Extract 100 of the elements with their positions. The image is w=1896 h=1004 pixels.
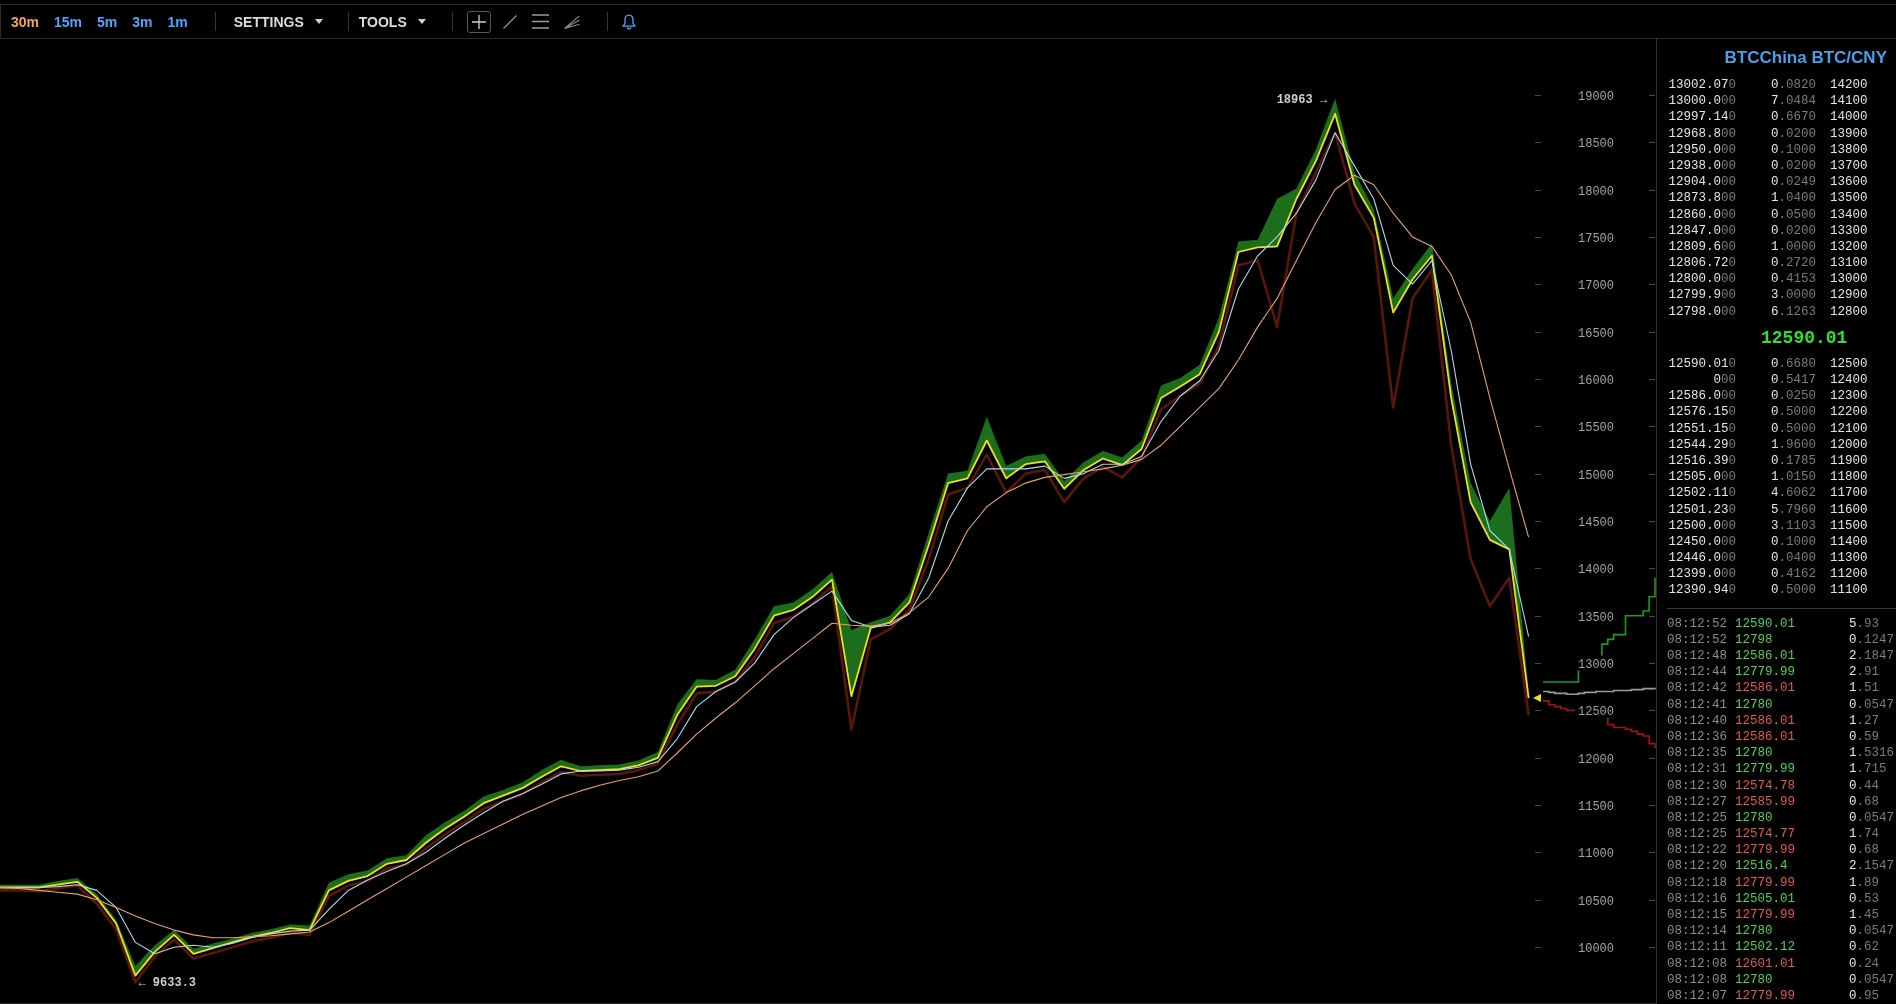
order-amount: 0.0200 [1770, 158, 1816, 173]
trade-time: 08:12:20 [1667, 859, 1727, 874]
axis-tick [1534, 190, 1542, 191]
axis-tick [1648, 474, 1656, 475]
axis-tick [1534, 474, 1542, 475]
axis-label: 14500 [1578, 515, 1614, 530]
order-price: 12798.000 [1668, 304, 1736, 319]
trade-time: 08:12:11 [1667, 940, 1727, 955]
axis-tick [1648, 379, 1656, 380]
axis-label: 11000 [1578, 846, 1614, 861]
trade-time: 08:12:36 [1667, 729, 1727, 744]
menu-button[interactable]: SETTINGS [231, 11, 325, 32]
axis-label: 16000 [1578, 373, 1614, 388]
caret-icon [314, 19, 323, 24]
axis-tick [1648, 142, 1656, 143]
axis-tick [1534, 95, 1542, 96]
trade-size: 1.45 [1849, 908, 1880, 922]
trade-time: 08:12:35 [1667, 746, 1727, 761]
ladder-price: 12800 [1830, 304, 1868, 319]
axis-label: 17500 [1578, 231, 1614, 246]
order-price: 12516.390 [1668, 453, 1736, 468]
axis-tick [1534, 521, 1542, 522]
trade-size: 0.1247 [1849, 632, 1895, 647]
interval-tab[interactable]: 3m [130, 11, 155, 32]
order-price: 12446.000 [1668, 551, 1736, 566]
ladder-price: 13400 [1830, 207, 1868, 222]
trade-time: 08:12:07 [1667, 988, 1727, 1003]
trade-price: 12798 [1735, 632, 1773, 647]
ladder-price: 11300 [1830, 551, 1868, 566]
order-price: 12860.000 [1668, 207, 1736, 222]
ladder-price: 12900 [1830, 288, 1868, 303]
order-amount: 0.1785 [1770, 453, 1816, 468]
axis-label: 15500 [1578, 420, 1614, 435]
order-price: 12450.000 [1668, 534, 1736, 549]
trade-size: 0.0547 [1849, 972, 1895, 987]
trade-price: 12780 [1735, 746, 1773, 761]
trade-size: 0.68 [1849, 794, 1880, 809]
trade-price: 12586.01 [1735, 649, 1795, 663]
order-amount: 0.6680 [1770, 356, 1816, 371]
price-marker-icon [1533, 694, 1541, 703]
trade-time: 08:12:27 [1667, 794, 1727, 809]
ladder-price: 13500 [1830, 191, 1868, 206]
interval-tab[interactable]: 30m [9, 11, 42, 32]
axis-label: 18000 [1578, 184, 1614, 199]
axis-tick [1648, 568, 1656, 569]
trade-price: 12779.99 [1735, 843, 1795, 858]
price-annotation: 18963 → [1276, 92, 1328, 107]
trade-size: 0.0547 [1849, 810, 1895, 825]
trade-price: 12780 [1735, 697, 1773, 712]
order-amount: 1.0400 [1770, 191, 1816, 206]
ladder-price: 14200 [1830, 78, 1868, 92]
axis-label: 11500 [1578, 799, 1614, 814]
axis-tick [1534, 379, 1542, 380]
ladder-price: 13700 [1830, 158, 1868, 173]
order-amount: 0.1000 [1770, 142, 1816, 157]
order-price: 12799.900 [1668, 288, 1736, 303]
axis-tick [1648, 852, 1656, 853]
horizontal-lines-icon [532, 14, 550, 29]
trade-time: 08:12:14 [1667, 924, 1727, 939]
tool-button[interactable] [466, 10, 491, 33]
order-amount: 0.1000 [1770, 534, 1816, 549]
axis-tick [1534, 616, 1542, 617]
ladder-price: 13900 [1830, 126, 1868, 141]
trade-size: 2.1547 [1849, 859, 1895, 874]
order-price: 12501.230 [1668, 502, 1736, 517]
ladder-price: 12300 [1830, 389, 1868, 404]
trade-time: 08:12:15 [1667, 908, 1727, 922]
order-price: 12968.800 [1668, 126, 1736, 141]
trade-size: 0.44 [1849, 778, 1880, 793]
order-amount: 0.0400 [1770, 551, 1816, 566]
trade-price: 12585.99 [1735, 794, 1795, 809]
axis-tick [1648, 332, 1656, 333]
trade-size: 1.51 [1849, 681, 1880, 696]
order-amount: 0.5000 [1770, 583, 1816, 598]
axis-label: 18500 [1578, 136, 1614, 151]
trade-time: 08:12:44 [1667, 665, 1727, 680]
interval-tab[interactable]: 5m [95, 11, 120, 32]
ladder-price: 13300 [1830, 223, 1868, 238]
trade-price: 12780 [1735, 924, 1773, 939]
axis-tick [1534, 947, 1542, 948]
trade-size: 0.0547 [1849, 697, 1895, 712]
line-icon [502, 14, 517, 29]
order-price: 12590.010 [1668, 356, 1736, 371]
trade-price: 12779.99 [1735, 762, 1795, 777]
trade-time: 08:12:31 [1667, 762, 1727, 777]
menu-button[interactable]: TOOLS [356, 11, 428, 32]
ladder-price: 11600 [1830, 502, 1868, 517]
order-price: 12950.000 [1668, 142, 1736, 157]
order-amount: 3.1103 [1770, 518, 1816, 533]
ladder-price: 13200 [1830, 239, 1868, 254]
trade-size: 1.27 [1849, 713, 1880, 728]
interval-tab[interactable]: 15m [52, 11, 85, 32]
trade-size: 0.59 [1849, 729, 1880, 744]
trade-size: 2.91 [1849, 665, 1880, 680]
trade-time: 08:12:42 [1667, 681, 1727, 696]
order-amount: 4.6062 [1770, 486, 1816, 501]
trade-price: 12779.99 [1735, 875, 1795, 890]
trade-size: 0.0547 [1849, 924, 1895, 939]
trade-time: 08:12:52 [1667, 616, 1727, 631]
interval-tab[interactable]: 1m [165, 11, 190, 32]
